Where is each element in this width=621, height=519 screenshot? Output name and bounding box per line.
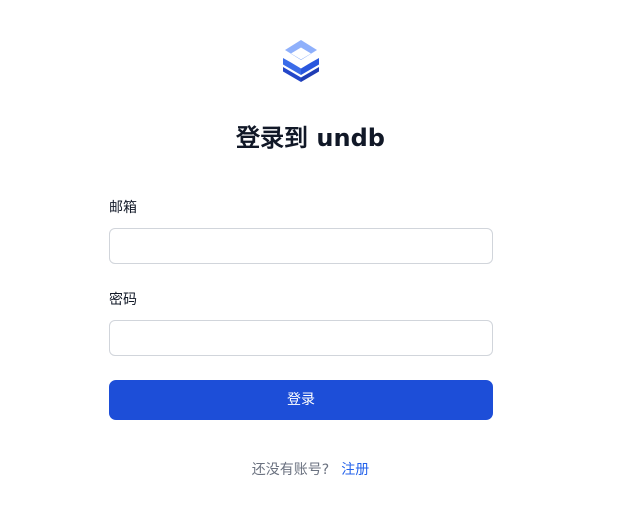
- login-button[interactable]: 登录: [109, 380, 493, 420]
- no-account-text: 还没有账号?: [251, 462, 330, 478]
- email-label: 邮箱: [109, 200, 137, 216]
- password-label: 密码: [109, 292, 137, 308]
- register-link[interactable]: 注册: [341, 462, 369, 478]
- login-page: 登录到 undb 邮箱 密码 登录 还没有账号? 注册: [0, 0, 621, 519]
- page-title: 登录到 undb: [236, 124, 385, 152]
- register-prompt: 还没有账号? 注册: [0, 460, 621, 480]
- undb-logo-icon: [280, 38, 322, 82]
- email-field[interactable]: [109, 228, 493, 264]
- password-field[interactable]: [109, 320, 493, 356]
